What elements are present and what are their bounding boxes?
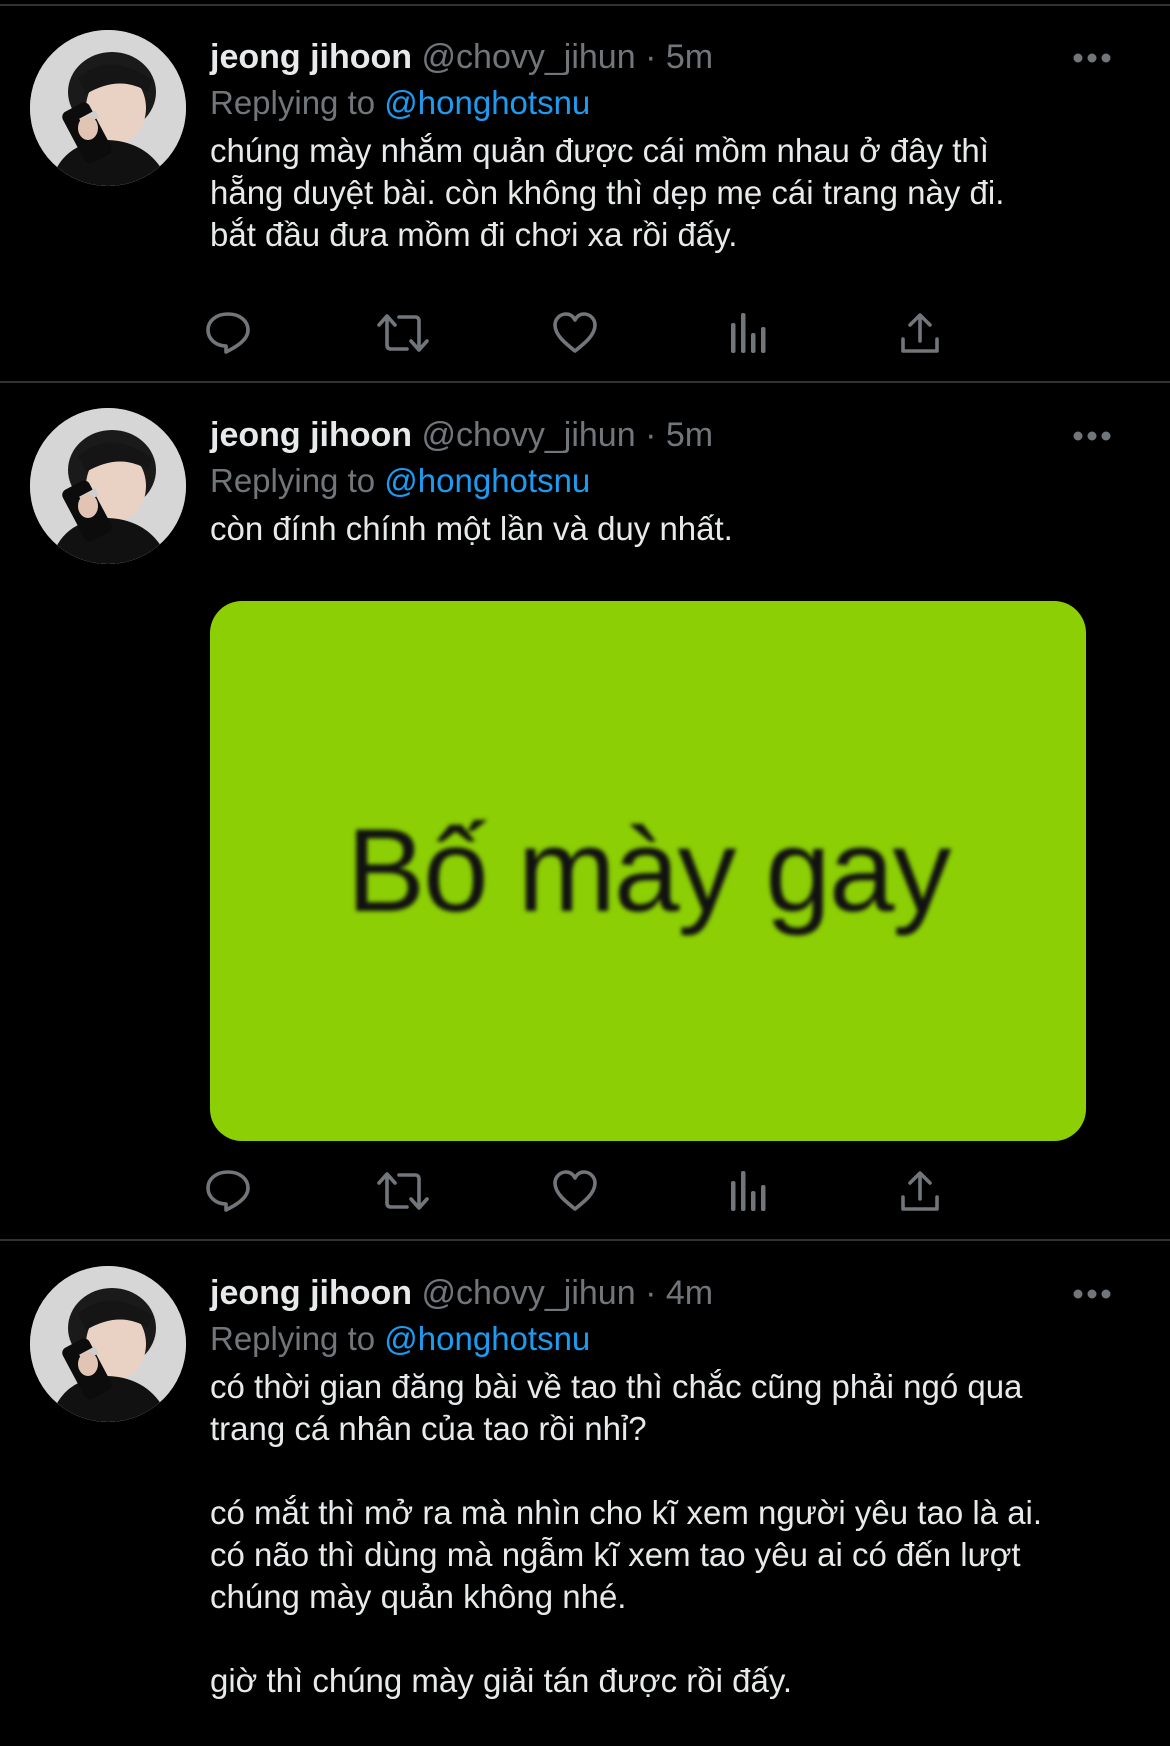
retweet-icon [377,314,429,352]
timestamp[interactable]: 4m [666,1274,713,1312]
tweet-media-image[interactable]: Bố mày gay [210,601,1086,1141]
media-caption-text: Bố mày gay [346,805,951,937]
display-name[interactable]: jeong jihoon [210,38,412,76]
tweet-header: jeong jihoon @chovy_jihun · 5m [210,34,1110,80]
replying-to: Replying to @honghotsnu [210,458,1110,504]
more-horizontal-icon[interactable] [1070,424,1114,448]
timestamp[interactable]: 5m [666,416,713,454]
reply-button[interactable] [200,1163,256,1219]
tweet-text: có thời gian đăng bài về tao thì chắc cũ… [210,1368,1043,1699]
like-button[interactable] [547,1163,603,1219]
more-horizontal-icon[interactable] [1070,1282,1114,1306]
reply-mention-link[interactable]: @honghotsnu [384,1320,590,1357]
tweet-actions [206,305,1110,361]
reply-bubble-icon [206,1170,250,1212]
views-button[interactable] [720,1163,776,1219]
profile-photo-icon [30,408,186,564]
reply-bubble-icon [206,312,250,354]
more-horizontal-icon[interactable] [1070,46,1114,70]
separator-dot: · [645,1274,657,1312]
user-handle[interactable]: @chovy_jihun [422,38,636,76]
tweet-header: jeong jihoon @chovy_jihun · 4m [210,1270,1110,1316]
tweet-actions [206,1163,1110,1219]
tweet-divider [0,1239,1170,1241]
tweet-text: còn đính chính một lần và duy nhất. [210,510,733,547]
display-name[interactable]: jeong jihoon [210,416,412,454]
display-name[interactable]: jeong jihoon [210,1274,412,1312]
avatar[interactable] [30,30,186,186]
user-handle[interactable]: @chovy_jihun [422,416,636,454]
separator-dot: · [645,38,657,76]
user-handle[interactable]: @chovy_jihun [422,1274,636,1312]
retweet-icon [377,1172,429,1210]
views-button[interactable] [720,305,776,361]
analytics-bars-icon [731,313,766,353]
profile-photo-icon [30,30,186,186]
reply-mention-link[interactable]: @honghotsnu [384,462,590,499]
retweet-button[interactable] [375,305,431,361]
analytics-bars-icon [731,1171,766,1211]
share-upload-icon [901,313,939,353]
replying-label: Replying to [210,462,376,499]
tweet-divider [0,381,1170,383]
separator-dot: · [645,416,657,454]
replying-to: Replying to @honghotsnu [210,80,1110,126]
share-button[interactable] [892,305,948,361]
top-divider [0,4,1170,6]
retweet-button[interactable] [375,1163,431,1219]
timestamp[interactable]: 5m [666,38,713,76]
share-upload-icon [901,1171,939,1211]
profile-photo-icon [30,1266,186,1422]
replying-to: Replying to @honghotsnu [210,1316,1110,1362]
replying-label: Replying to [210,1320,376,1357]
avatar[interactable] [30,1266,186,1422]
avatar[interactable] [30,408,186,564]
replying-label: Replying to [210,84,376,121]
heart-icon [553,312,597,353]
like-button[interactable] [547,305,603,361]
tweet-content[interactable]: jeong jihoon @chovy_jihun · 5m Replying … [210,34,1111,256]
tweet-content[interactable]: jeong jihoon @chovy_jihun · 4m Replying … [210,1270,1111,1702]
heart-icon [553,1170,597,1211]
tweet-header: jeong jihoon @chovy_jihun · 5m [210,412,1110,458]
tweet-text: chúng mày nhắm quản được cái mồm nhau ở … [210,132,1005,253]
reply-mention-link[interactable]: @honghotsnu [384,84,590,121]
reply-button[interactable] [200,305,256,361]
share-button[interactable] [892,1163,948,1219]
tweet-content[interactable]: jeong jihoon @chovy_jihun · 5m Replying … [210,412,1111,550]
